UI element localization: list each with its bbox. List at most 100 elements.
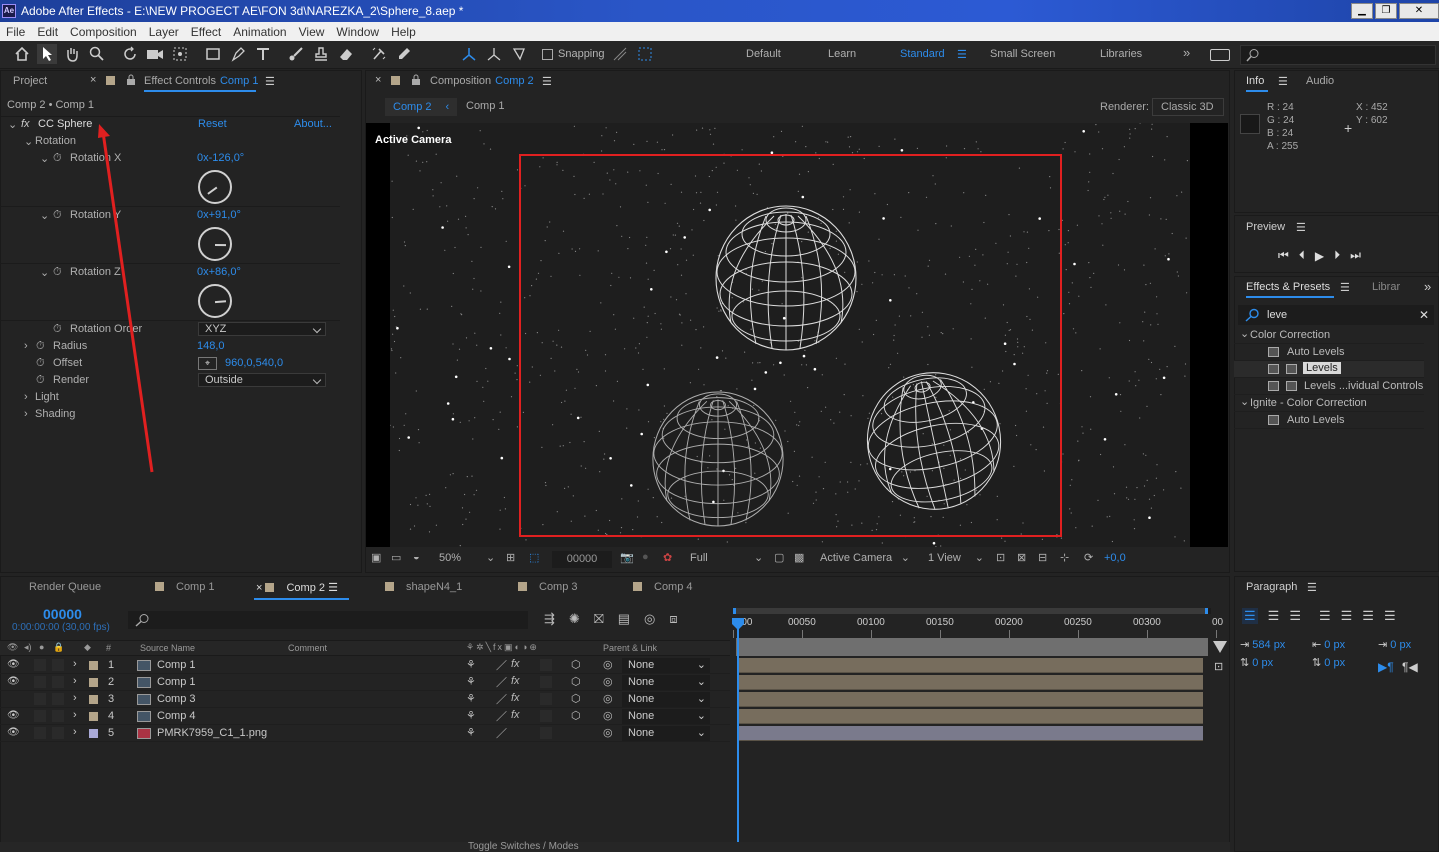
layer-label-color[interactable] <box>89 712 98 721</box>
graph-editor-icon[interactable]: ⧈ <box>669 611 677 627</box>
timeline-tab[interactable]: Comp 1 <box>155 581 215 593</box>
chevron-down-icon[interactable]: ⌄ <box>486 551 495 564</box>
pickwhip-icon[interactable]: ◎ <box>603 709 613 722</box>
expand-chevron-icon[interactable]: › <box>73 709 77 721</box>
parent-select[interactable]: None ⌄ <box>622 709 710 724</box>
crosshair-icon[interactable]: ⌖ <box>198 357 217 370</box>
home-icon[interactable] <box>12 44 32 64</box>
vr-icon[interactable]: ◒ <box>413 551 420 563</box>
workspace-standard[interactable]: Standard <box>900 48 945 60</box>
ltr-direction-icon[interactable]: ▶¶ <box>1378 660 1394 674</box>
layer-name[interactable]: Comp 3 <box>157 693 196 705</box>
lock-icon[interactable] <box>411 74 421 86</box>
panel-menu-icon[interactable]: ☰ <box>265 75 275 88</box>
fast-previews-icon[interactable]: ⊠ <box>1017 551 1026 564</box>
quality-switch-icon[interactable]: ／ <box>496 691 507 707</box>
layer-name[interactable]: Comp 1 <box>157 676 196 688</box>
region-of-interest-icon[interactable]: ▢ <box>774 551 784 564</box>
3d-layer-icon[interactable]: ⬡ <box>571 709 581 722</box>
play-icon[interactable]: ▶ <box>1315 249 1324 263</box>
solo-toggle[interactable] <box>34 659 46 671</box>
collapse-chevron-icon[interactable]: ⌄ <box>1240 395 1249 408</box>
rotation-z-dial[interactable] <box>198 284 232 318</box>
view-axis-icon[interactable] <box>509 44 529 64</box>
quality-switch-icon[interactable]: ／ <box>496 657 507 673</box>
show-snapshot-icon[interactable]: ● <box>642 551 649 563</box>
3d-layer-icon[interactable]: ⬡ <box>571 692 581 705</box>
shy-switch-icon[interactable]: ⚘ <box>466 709 476 722</box>
collapse-chevron-icon[interactable]: ⌄ <box>40 152 49 165</box>
stopwatch-icon[interactable]: ⏱ <box>36 374 45 387</box>
close-tab-icon[interactable]: × <box>375 74 381 86</box>
justify-center-icon[interactable]: ☰ <box>1341 608 1353 624</box>
lock-toggle[interactable] <box>52 727 64 739</box>
menu-effect[interactable]: Effect <box>191 25 221 39</box>
hand-tool-icon[interactable] <box>62 44 82 64</box>
zoom-select[interactable]: 50% <box>439 552 461 564</box>
timeline-timecode[interactable]: 00000 <box>43 606 82 622</box>
layer-duration-bar[interactable] <box>738 726 1203 741</box>
indent-first-field[interactable]: ⇥ 0 px <box>1378 638 1411 651</box>
puppet-tool-icon[interactable] <box>394 44 414 64</box>
frame-blending-icon[interactable]: ▤ <box>618 611 630 627</box>
timeline-layer-row[interactable]: 👁 › 4 Comp 4 ⚘ ／ fx ⬡ ◎ None ⌄ <box>0 708 730 725</box>
layer-name[interactable]: Comp 1 <box>157 659 196 671</box>
parent-select[interactable]: None ⌄ <box>622 726 710 741</box>
expand-chevron-icon[interactable]: › <box>24 408 28 420</box>
3d-layer-icon[interactable]: ⬡ <box>571 675 581 688</box>
rectangle-tool-icon[interactable] <box>203 44 223 64</box>
timeline-tab[interactable]: × Comp 2 ☰ <box>254 581 349 600</box>
column-source-name[interactable]: Source Name <box>140 643 195 653</box>
layer-bin-icon[interactable]: ⊡ <box>1214 660 1223 673</box>
effects-group[interactable]: ⌄ Color Correction <box>1234 327 1424 344</box>
toggle-pixel-aspect-icon[interactable]: ⊡ <box>996 551 1005 564</box>
visibility-icon[interactable]: 👁 <box>7 676 20 687</box>
snapping-toggle[interactable]: Snapping <box>542 48 605 60</box>
libraries-tab[interactable]: Librar <box>1372 281 1400 293</box>
monitor-icon[interactable]: ▭ <box>391 551 401 564</box>
solo-toggle[interactable] <box>34 676 46 688</box>
menu-composition[interactable]: Composition <box>70 25 137 39</box>
layer-label-color[interactable] <box>89 695 98 704</box>
rotate-tool-icon[interactable] <box>120 44 140 64</box>
always-preview-icon[interactable]: ▣ <box>371 551 381 564</box>
camera-view-select[interactable]: Active Camera ⌄ <box>814 551 914 568</box>
close-button[interactable]: ✕ <box>1399 3 1439 19</box>
shy-layers-icon[interactable]: ⛝ <box>594 611 604 627</box>
column-comment[interactable]: Comment <box>288 643 327 653</box>
effect-controls-tab[interactable]: Effect Controls Comp 1 <box>144 75 258 87</box>
clone-stamp-tool-icon[interactable] <box>311 44 331 64</box>
type-tool-icon[interactable] <box>253 44 273 64</box>
lock-toggle[interactable] <box>52 710 64 722</box>
timeline-search-input[interactable] <box>128 611 528 629</box>
overflow-icon[interactable]: » <box>1424 279 1431 294</box>
playhead[interactable] <box>737 619 739 844</box>
shy-switch-icon[interactable]: ⚘ <box>466 675 476 688</box>
expand-chevron-icon[interactable]: › <box>24 340 28 352</box>
stopwatch-icon[interactable]: ⏱ <box>36 340 45 353</box>
snap-edge-icon[interactable] <box>610 44 630 64</box>
justify-left-icon[interactable]: ☰ <box>1319 608 1331 624</box>
pickwhip-icon[interactable]: ◎ <box>603 675 613 688</box>
column-parent[interactable]: Parent & Link <box>603 643 657 653</box>
resolution-select[interactable]: Full <box>690 552 708 564</box>
fx-switch-icon[interactable]: fx <box>511 658 520 670</box>
3d-layer-icon[interactable]: ⬡ <box>571 658 581 671</box>
motion-blur-switch[interactable] <box>540 676 552 688</box>
timeline-tab[interactable]: Comp 4 <box>633 581 693 593</box>
align-left-icon[interactable]: ☰ <box>1242 608 1258 624</box>
motion-blur-switch[interactable] <box>540 710 552 722</box>
quality-switch-icon[interactable]: ／ <box>496 674 507 690</box>
menu-help[interactable]: Help <box>391 25 416 39</box>
snap-grid-icon[interactable] <box>635 44 655 64</box>
comp-flow-other[interactable]: Comp 1 <box>466 100 505 112</box>
color-channels-icon[interactable]: ✿ <box>663 551 672 564</box>
toggle-switches-modes[interactable]: Toggle Switches / Modes <box>468 841 579 852</box>
layer-label-color[interactable] <box>89 678 98 687</box>
panel-menu-icon[interactable]: ☰ <box>542 75 552 88</box>
workspace-libraries[interactable]: Libraries <box>1100 48 1142 60</box>
motion-blur-switch[interactable] <box>540 727 552 739</box>
pen-tool-icon[interactable] <box>228 44 248 64</box>
effects-item[interactable]: Levels ...ividual Controls <box>1234 378 1424 395</box>
collapse-chevron-icon[interactable]: ⌄ <box>1240 327 1249 340</box>
